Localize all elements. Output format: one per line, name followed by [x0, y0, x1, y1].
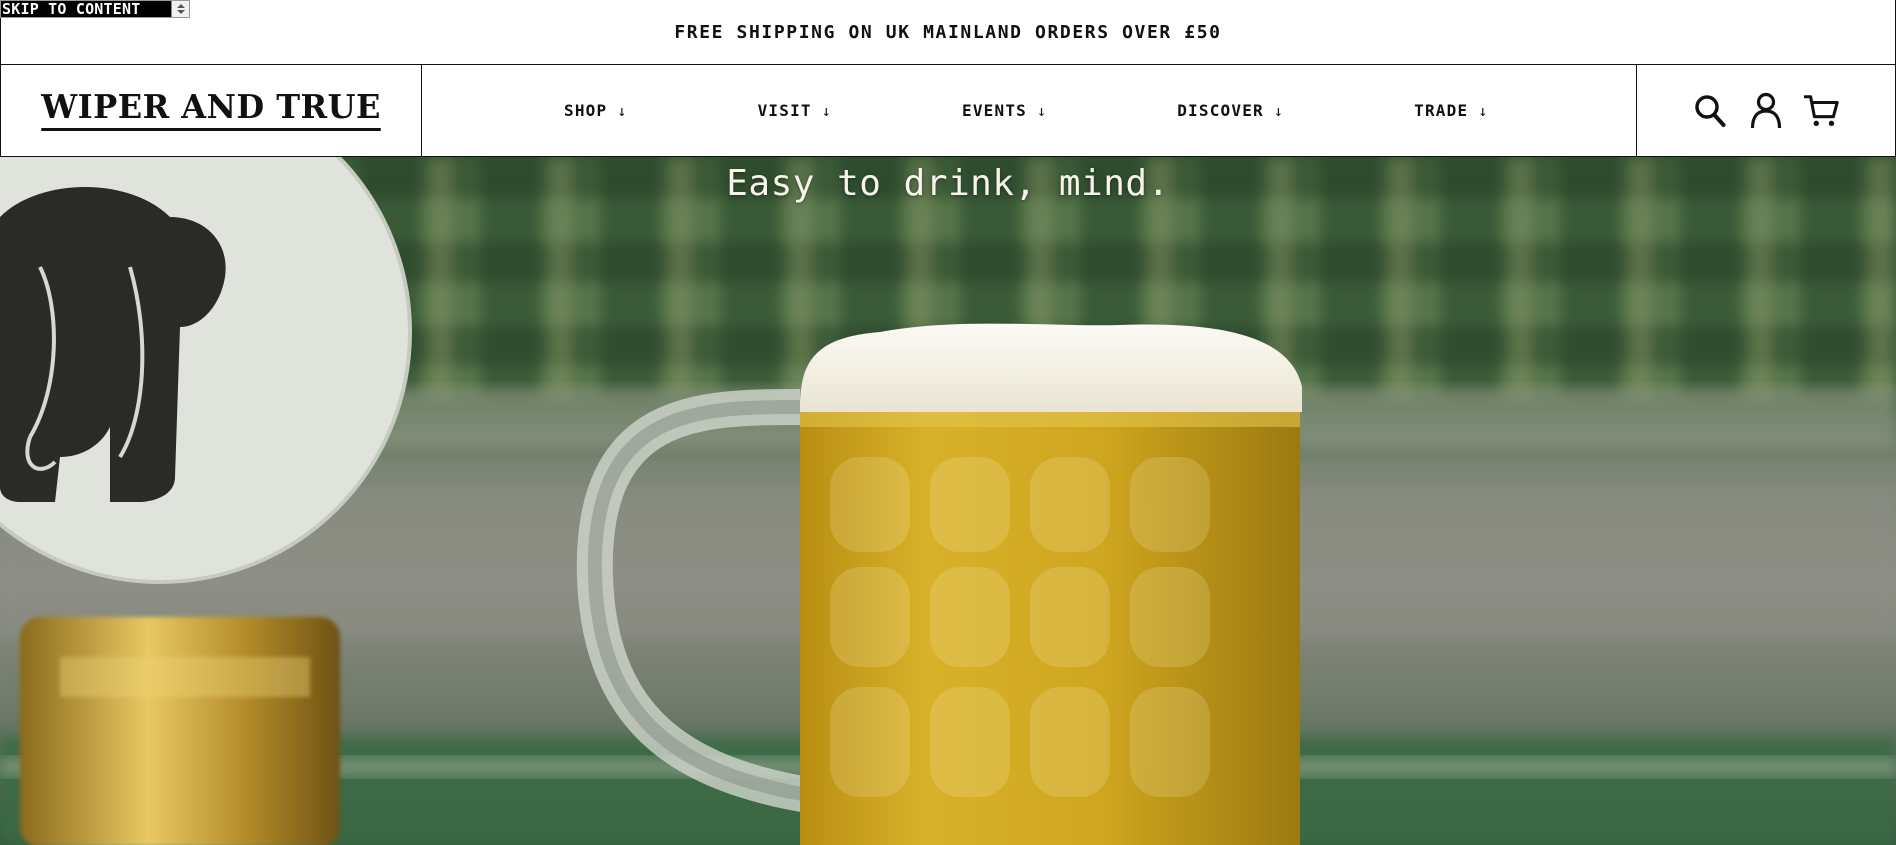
nav-item-events[interactable]: EVENTS ↓ — [962, 101, 1047, 120]
site-logo[interactable]: WIPER AND TRUE — [41, 89, 381, 132]
nav-item-trade[interactable]: TRADE ↓ — [1414, 101, 1488, 120]
hero-section: Easy to drink, mind. — [0, 157, 1896, 845]
nav-label: DISCOVER — [1177, 101, 1264, 120]
nav-item-discover[interactable]: DISCOVER ↓ — [1177, 101, 1284, 120]
arrow-down-icon: ↓ — [617, 101, 628, 120]
site-header: WIPER AND TRUE SHOP ↓ VISIT ↓ EVENTS ↓ D… — [0, 64, 1896, 157]
arrow-down-icon: ↓ — [1273, 101, 1285, 120]
arrow-down-icon: ↓ — [1478, 101, 1489, 120]
announcement-text: FREE SHIPPING ON UK MAINLAND ORDERS OVER… — [674, 21, 1222, 43]
search-icon — [1695, 94, 1726, 127]
skip-link-label: SKIP TO CONTENT — [2, 0, 141, 18]
nav-label: VISIT — [757, 101, 812, 120]
announcement-bar: FREE SHIPPING ON UK MAINLAND ORDERS OVER… — [0, 0, 1896, 65]
hero-image — [0, 157, 1896, 845]
header-icons — [1636, 65, 1895, 156]
account-button[interactable] — [1748, 92, 1784, 130]
nav-item-visit[interactable]: VISIT ↓ — [758, 101, 832, 120]
search-button[interactable] — [1692, 92, 1728, 130]
skip-to-content-link[interactable]: SKIP TO CONTENT — [0, 0, 190, 18]
hero-tagline: Easy to drink, mind. — [726, 163, 1170, 204]
beer-foam — [800, 323, 1302, 412]
nav-item-shop[interactable]: SHOP ↓ — [564, 101, 628, 120]
main-nav: SHOP ↓ VISIT ↓ EVENTS ↓ DISCOVER ↓ TRADE… — [422, 65, 1636, 156]
account-icon — [1750, 92, 1782, 128]
nav-label: EVENTS — [961, 101, 1027, 120]
nav-label: TRADE — [1414, 101, 1469, 120]
arrow-down-icon: ↓ — [1036, 101, 1048, 120]
cart-button[interactable] — [1804, 92, 1840, 130]
nav-label: SHOP — [564, 101, 608, 120]
logo-container: WIPER AND TRUE — [1, 65, 422, 156]
arrow-down-icon: ↓ — [821, 101, 832, 120]
spinner-arrows-icon — [171, 1, 189, 17]
cart-icon — [1804, 94, 1839, 126]
